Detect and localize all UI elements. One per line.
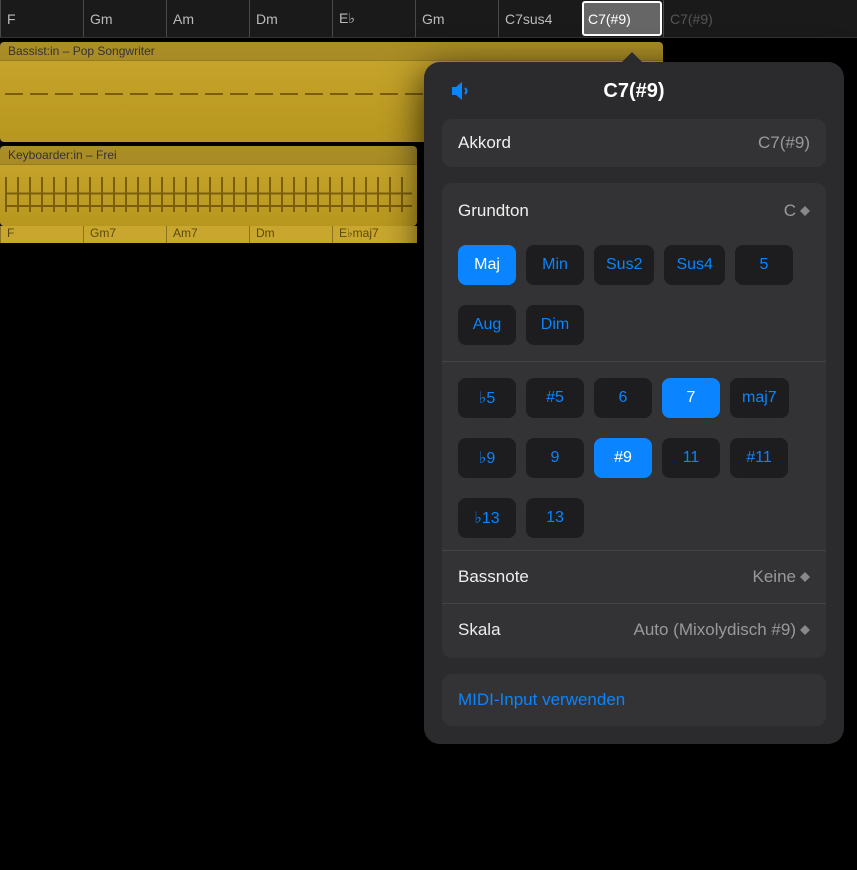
divider — [442, 603, 826, 604]
extension-chip[interactable]: #11 — [730, 438, 788, 478]
midi-input-button[interactable]: MIDI-Input verwenden — [442, 674, 826, 726]
updown-icon — [800, 570, 810, 584]
quality-chip[interactable]: Sus4 — [664, 245, 724, 285]
extension-chip[interactable]: ♭13 — [458, 498, 516, 538]
akkord-value: C7(#9) — [758, 133, 810, 153]
chord-cell[interactable]: Gm — [83, 0, 166, 37]
extension-chip[interactable]: 11 — [662, 438, 720, 478]
bassnote-value: Keine — [753, 567, 796, 587]
region-chord-cell: Dm — [249, 226, 332, 243]
chord-cell[interactable]: Gm — [415, 0, 498, 37]
akkord-row: Akkord C7(#9) — [442, 119, 826, 167]
region-chord-cell: Am7 — [166, 226, 249, 243]
skala-row[interactable]: Skala Auto (Mixolydisch #9) — [458, 606, 810, 646]
speaker-icon[interactable] — [450, 80, 474, 107]
chord-cell[interactable]: C7(#9) — [582, 1, 662, 36]
track-label: Bassist:in – Pop Songwriter — [0, 42, 663, 61]
midi-notes — [0, 165, 417, 225]
extension-chip[interactable]: ♭5 — [458, 378, 516, 418]
region-chord-row: FGm7Am7DmE♭maj7 — [0, 226, 417, 243]
extension-chip[interactable]: 6 — [594, 378, 652, 418]
chord-track: FGmAmDmE♭GmC7sus4C7(#9)C7(#9) — [0, 0, 857, 38]
chord-cell[interactable]: Dm — [249, 0, 332, 37]
updown-icon — [800, 204, 810, 218]
extension-chip[interactable]: 7 — [662, 378, 720, 418]
chord-cell[interactable]: C7sus4 — [498, 0, 581, 37]
grundton-row[interactable]: Grundton C — [458, 187, 810, 235]
popover-title: C7(#9) — [603, 80, 664, 102]
skala-value: Auto (Mixolydisch #9) — [633, 620, 796, 640]
ext-row-3: ♭1313 — [458, 488, 810, 548]
bassnote-row[interactable]: Bassnote Keine — [458, 553, 810, 601]
quality-chip[interactable]: 5 — [735, 245, 793, 285]
bassnote-select[interactable]: Keine — [753, 567, 810, 587]
popover-header: C7(#9) — [442, 80, 826, 103]
chord-cell[interactable]: F — [0, 0, 83, 37]
extension-chip[interactable]: 13 — [526, 498, 584, 538]
extension-chip[interactable]: #9 — [594, 438, 652, 478]
chord-cell[interactable]: E♭ — [332, 0, 415, 37]
skala-label: Skala — [458, 620, 501, 640]
track-label: Keyboarder:in – Frei — [0, 146, 417, 165]
divider — [442, 361, 826, 362]
extension-chip[interactable]: maj7 — [730, 378, 789, 418]
grundton-label: Grundton — [458, 201, 529, 221]
quality-chip[interactable]: Min — [526, 245, 584, 285]
region-chord-cell: Gm7 — [83, 226, 166, 243]
quality-chip[interactable]: Maj — [458, 245, 516, 285]
track-region-keys[interactable]: Keyboarder:in – Frei — [0, 146, 417, 226]
ext-row-2: ♭99#911#11 — [458, 428, 810, 488]
quality-row: MajMinSus2Sus4 5 — [458, 235, 810, 295]
extension-chip[interactable]: #5 — [526, 378, 584, 418]
chord-editor-popover: C7(#9) Akkord C7(#9) Grundton C MajMinSu… — [424, 62, 844, 744]
akkord-label: Akkord — [458, 133, 511, 153]
extension-chip[interactable]: ♭9 — [458, 438, 516, 478]
grundton-select[interactable]: C — [784, 201, 810, 221]
extension-chip[interactable]: 9 — [526, 438, 584, 478]
skala-select[interactable]: Auto (Mixolydisch #9) — [633, 620, 810, 640]
region-chord-cell: F — [0, 226, 83, 243]
chord-builder-panel: Grundton C MajMinSus2Sus4 5 AugDim ♭5#567… — [442, 183, 826, 658]
updown-icon — [800, 623, 810, 637]
quality-chip[interactable]: Dim — [526, 305, 584, 345]
chord-cell[interactable]: C7(#9) — [663, 0, 746, 37]
ext-row-1: ♭5#567maj7 — [458, 368, 810, 428]
grundton-value: C — [784, 201, 796, 221]
divider — [442, 550, 826, 551]
quality-row-2: AugDim — [458, 295, 810, 355]
quality-chip[interactable]: Sus2 — [594, 245, 654, 285]
quality-chip[interactable]: Aug — [458, 305, 516, 345]
bassnote-label: Bassnote — [458, 567, 529, 587]
chord-cell[interactable]: Am — [166, 0, 249, 37]
region-chord-cell: E♭maj7 — [332, 226, 415, 243]
